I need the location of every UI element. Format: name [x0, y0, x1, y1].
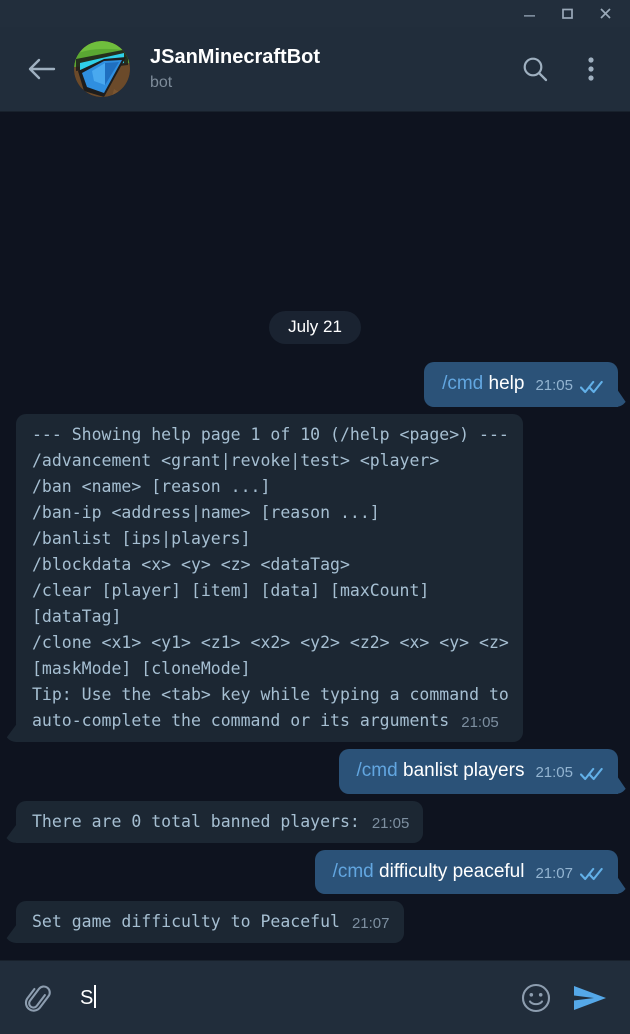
- message-scroll-container: July 21 /cmd help 21:05 --- Showing help p…: [0, 297, 630, 954]
- message-text: /cmd help: [442, 373, 524, 394]
- message-bubble[interactable]: /cmd banlist players 21:05: [338, 749, 618, 794]
- back-button[interactable]: [22, 50, 60, 88]
- message-body: banlist players: [397, 760, 525, 782]
- search-icon: [523, 57, 548, 82]
- message-meta: 21:07: [535, 864, 604, 885]
- message-row: There are 0 total banned players: 21:05: [0, 800, 630, 843]
- message-meta: 21:07: [352, 914, 390, 935]
- message-bubble[interactable]: /cmd difficulty peaceful 21:07: [314, 849, 618, 894]
- message-time: 21:05: [535, 377, 573, 395]
- read-ticks-icon: [580, 380, 604, 394]
- message-time: 21:05: [535, 764, 573, 782]
- arrow-left-icon: [28, 58, 56, 80]
- message-meta: 21:05: [461, 713, 499, 734]
- maximize-icon: [561, 8, 573, 19]
- minimize-button[interactable]: [510, 0, 548, 27]
- message-bubble[interactable]: /cmd help 21:05: [424, 362, 618, 407]
- message-time: 21:07: [535, 864, 573, 882]
- avatar[interactable]: [74, 41, 130, 97]
- message-input-value: S: [80, 986, 94, 1009]
- date-chip: July 21: [269, 310, 361, 345]
- message-meta: 21:05: [372, 814, 410, 835]
- paperclip-icon: [24, 984, 51, 1012]
- message-input[interactable]: S: [60, 985, 514, 1010]
- message-meta: 21:05: [535, 763, 604, 784]
- dots-vertical-icon: [588, 57, 594, 81]
- message-body: help: [483, 373, 525, 395]
- close-icon: [599, 8, 611, 19]
- message-text-last-line: Set game difficulty to Peaceful: [32, 911, 340, 931]
- message-composer: S: [0, 960, 630, 1034]
- message-list[interactable]: July 21 /cmd help 21:05 --- Showing help p…: [0, 112, 630, 960]
- message-bubble[interactable]: Set game difficulty to Peaceful 21:07: [16, 900, 404, 943]
- read-ticks-icon: [580, 867, 604, 881]
- emoji-button[interactable]: [514, 976, 558, 1020]
- smiley-icon: [521, 983, 551, 1012]
- message-text: /cmd banlist players: [357, 760, 525, 781]
- peer-info[interactable]: JSanMinecraftBot bot: [150, 45, 514, 94]
- message-body: difficulty peaceful: [373, 860, 525, 882]
- message-text-last-line: auto-complete the command or its argumen…: [32, 711, 450, 731]
- telegram-window: JSanMinecraftBot bot July 21 /cmd help 2…: [0, 0, 630, 1034]
- text-caret: [94, 985, 97, 1008]
- message-text-last-line: There are 0 total banned players:: [32, 811, 360, 831]
- message-row: --- Showing help page 1 of 10 (/help <pa…: [0, 413, 630, 743]
- message-row: Set game difficulty to Peaceful 21:07: [0, 900, 630, 943]
- message-bubble[interactable]: There are 0 total banned players: 21:05: [16, 800, 424, 843]
- command-link[interactable]: /cmd: [333, 861, 374, 882]
- search-button[interactable]: [514, 48, 556, 90]
- chat-header: JSanMinecraftBot bot: [0, 27, 630, 112]
- message-time: 21:05: [461, 714, 499, 732]
- minimize-icon: [523, 15, 535, 17]
- message-row: /cmd difficulty peaceful 21:07: [0, 849, 630, 894]
- message-text: /cmd difficulty peaceful: [333, 861, 525, 882]
- message-row: /cmd help 21:05: [0, 362, 630, 407]
- header-actions: [514, 48, 612, 90]
- message-meta: 21:05: [535, 376, 604, 397]
- maximize-button[interactable]: [548, 0, 586, 27]
- read-ticks-icon: [580, 767, 604, 781]
- message-time: 21:05: [371, 814, 410, 832]
- message-bubble[interactable]: --- Showing help page 1 of 10 (/help <pa…: [16, 413, 523, 743]
- peer-name: JSanMinecraftBot: [150, 45, 321, 68]
- message-time: 21:07: [351, 914, 390, 932]
- minecraft-block-avatar-icon: [74, 41, 130, 97]
- message-text: --- Showing help page 1 of 10 (/help <pa…: [32, 424, 509, 705]
- command-link[interactable]: /cmd: [357, 760, 398, 781]
- more-options-button[interactable]: [570, 48, 612, 90]
- message-row: /cmd banlist players 21:05: [0, 749, 630, 794]
- peer-status: bot: [150, 73, 173, 91]
- date-separator: July 21: [0, 310, 630, 345]
- window-titlebar: [0, 0, 630, 27]
- send-paper-plane-icon: [574, 985, 606, 1010]
- send-button[interactable]: [568, 976, 612, 1020]
- attach-button[interactable]: [16, 976, 60, 1020]
- close-button[interactable]: [586, 0, 624, 27]
- command-link[interactable]: /cmd: [442, 373, 483, 394]
